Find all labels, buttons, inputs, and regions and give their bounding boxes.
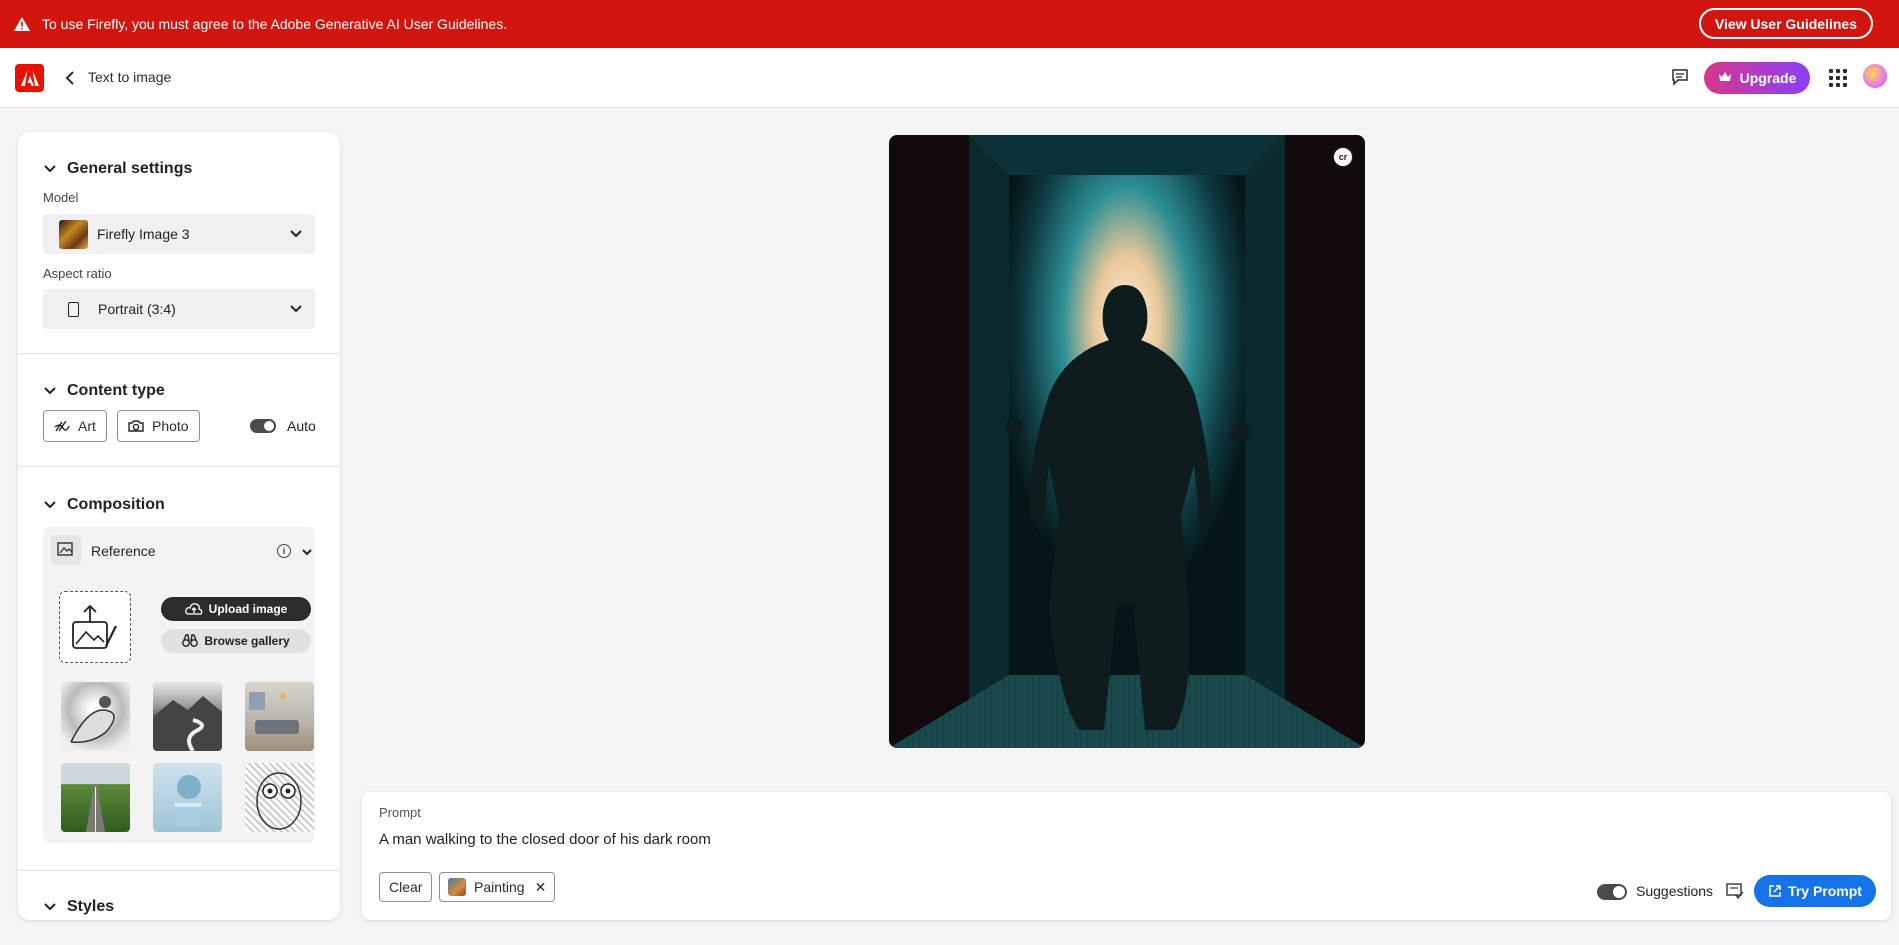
styles-title: Styles [67, 898, 115, 915]
prompt-label: Prompt [379, 805, 421, 820]
auto-toggle[interactable] [250, 419, 276, 433]
settings-panel: General settings Model Firefly Image 3 A… [18, 132, 340, 920]
upgrade-label: Upgrade [1739, 70, 1797, 86]
cloud-upload-icon [184, 603, 202, 615]
reference-thumbnail-blue-sphere[interactable] [153, 763, 222, 832]
feedback-icon[interactable] [1669, 66, 1691, 88]
upload-dropzone[interactable] [59, 591, 131, 663]
chevron-down-icon [44, 903, 56, 911]
external-link-icon [1769, 885, 1781, 897]
upload-image-button[interactable]: Upload image [161, 597, 311, 621]
remove-chip-icon[interactable]: ✕ [535, 879, 547, 896]
model-picker[interactable]: Firefly Image 3 [43, 214, 315, 254]
reference-thumbnail-mountain-river[interactable] [153, 682, 222, 751]
art-button[interactable]: Art [43, 410, 107, 442]
photo-label: Photo [152, 418, 189, 434]
chevron-down-icon [44, 165, 56, 173]
browse-gallery-label: Browse gallery [204, 634, 290, 648]
banner-message: To use Firefly, you must agree to the Ad… [42, 16, 508, 32]
art-label: Art [78, 418, 96, 434]
chevron-down-icon[interactable] [301, 546, 313, 558]
camera-icon [128, 420, 144, 432]
aspect-ratio-label: Aspect ratio [43, 266, 112, 281]
composition-header[interactable]: Composition [43, 496, 165, 514]
view-guidelines-button[interactable]: View User Guidelines [1698, 8, 1873, 39]
styles-header[interactable]: Styles [43, 898, 114, 916]
brush-icon [54, 420, 70, 432]
info-icon[interactable]: i [277, 544, 291, 558]
warning-icon [12, 14, 32, 34]
aspect-ratio-picker[interactable]: Portrait (3:4) [43, 289, 315, 329]
reference-label: Reference [91, 543, 156, 559]
composition-title: Composition [67, 496, 165, 513]
general-settings-header[interactable]: General settings [43, 160, 192, 178]
browse-gallery-button[interactable]: Browse gallery [161, 629, 311, 653]
try-prompt-button[interactable]: Try Prompt [1754, 875, 1876, 907]
prompt-bar: Prompt A man walking to the closed door … [362, 792, 1891, 920]
reference-thumbnail-green-field-road[interactable] [61, 763, 130, 832]
model-value: Firefly Image 3 [97, 226, 190, 242]
prompt-input[interactable]: A man walking to the closed door of his … [379, 831, 711, 848]
portrait-icon [68, 301, 79, 317]
upload-image-icon [72, 604, 117, 649]
general-settings-title: General settings [67, 160, 193, 177]
auto-label: Auto [287, 418, 316, 434]
model-label: Model [43, 190, 79, 205]
aspect-ratio-value: Portrait (3:4) [98, 301, 176, 317]
apps-grid-icon[interactable] [1828, 68, 1848, 88]
upload-image-label: Upload image [208, 602, 288, 616]
prompt-guide-icon[interactable] [1726, 883, 1744, 899]
generated-image[interactable] [889, 135, 1365, 748]
painting-swatch [448, 878, 466, 896]
reference-thumbnail-living-room[interactable] [245, 682, 314, 751]
divider [18, 466, 340, 467]
crown-icon [1718, 70, 1732, 86]
upgrade-button[interactable]: Upgrade [1704, 62, 1810, 94]
avatar[interactable] [1863, 64, 1887, 88]
clear-button[interactable]: Clear [379, 872, 433, 902]
top-nav: Text to image Upgrade [0, 48, 1899, 108]
chevron-down-icon [290, 230, 302, 238]
content-credentials-badge[interactable]: cr [1333, 147, 1353, 167]
reference-thumbnail-owl-sketch[interactable] [245, 763, 314, 832]
binoculars-icon [182, 634, 199, 647]
suggestions-label: Suggestions [1636, 883, 1714, 899]
content-type-title: Content type [67, 382, 165, 399]
reference-thumbnail-bird-sketch[interactable] [61, 682, 130, 751]
divider [18, 353, 340, 354]
style-chip-label: Painting [474, 879, 525, 895]
style-chip-painting[interactable]: Painting ✕ [439, 872, 556, 902]
divider [18, 870, 340, 871]
guidelines-banner: To use Firefly, you must agree to the Ad… [0, 0, 1899, 48]
try-prompt-label: Try Prompt [1788, 883, 1862, 899]
back-chevron-icon[interactable] [60, 68, 80, 88]
chevron-down-icon [44, 387, 56, 395]
breadcrumb[interactable]: Text to image [88, 69, 171, 85]
reference-box: Reference i Upload image Browse gallery [43, 527, 315, 843]
photo-button[interactable]: Photo [117, 410, 200, 442]
content-type-header[interactable]: Content type [43, 382, 165, 400]
chevron-down-icon [44, 501, 56, 509]
suggestions-toggle[interactable] [1597, 884, 1627, 900]
adobe-logo-icon[interactable] [15, 64, 44, 92]
model-thumbnail [59, 219, 88, 249]
chevron-down-icon [290, 305, 302, 313]
reference-image-icon [51, 535, 81, 565]
